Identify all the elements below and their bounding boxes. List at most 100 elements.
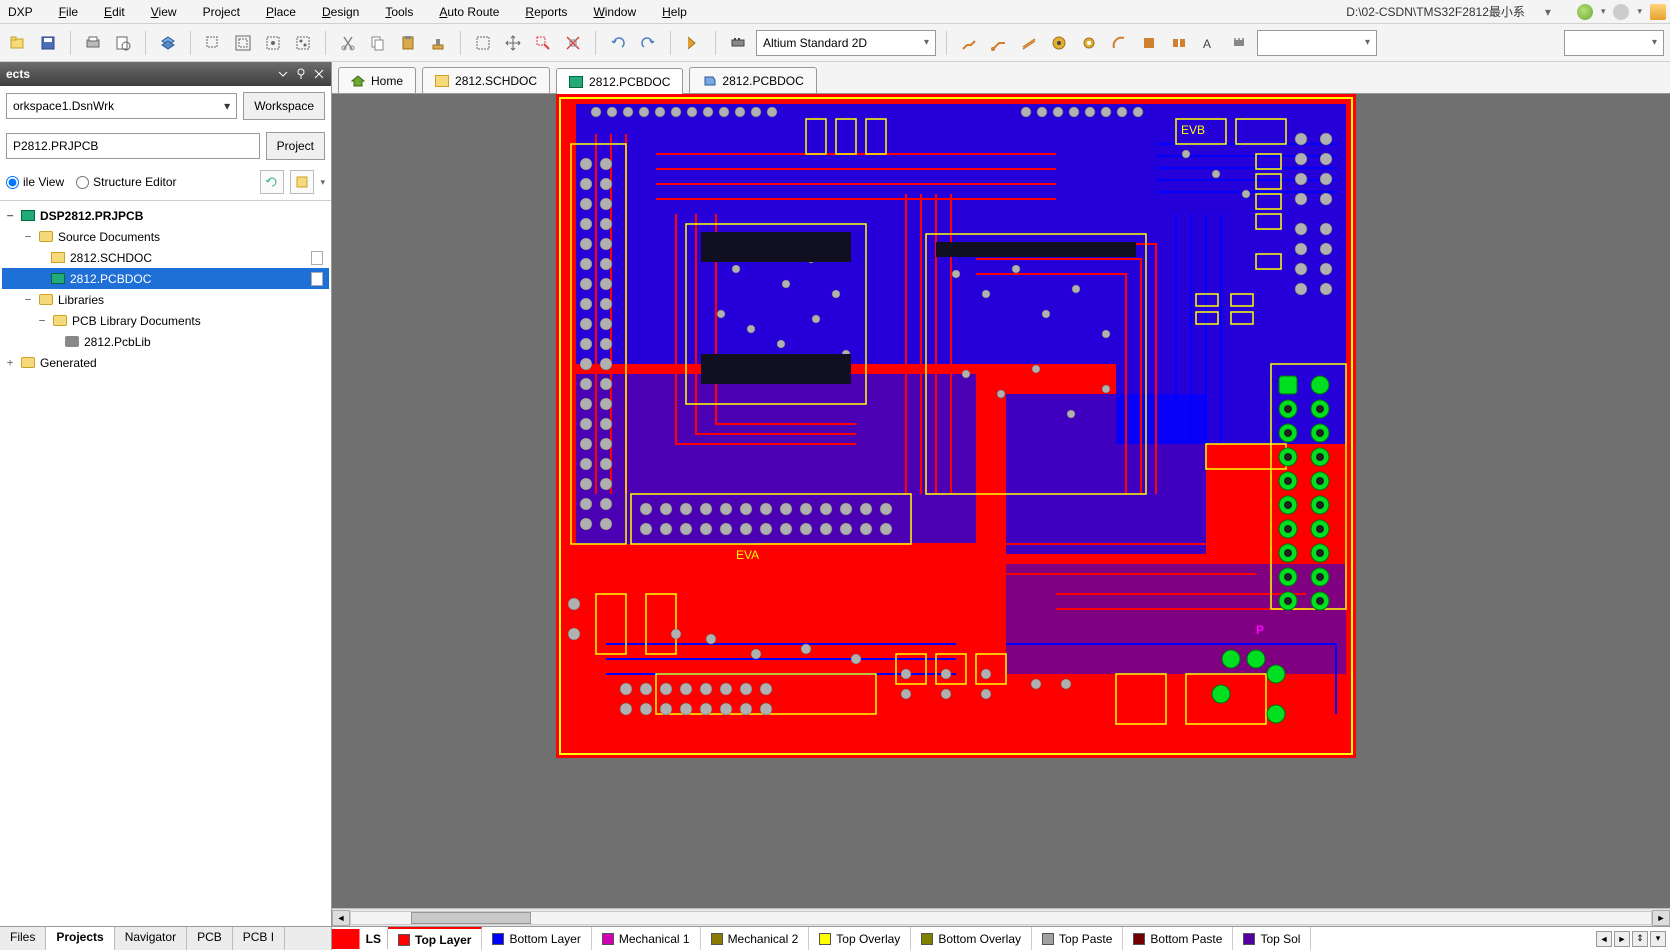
save-button[interactable] [36,31,60,55]
horizontal-scrollbar[interactable]: ◄ ► [332,908,1670,926]
menu-edit[interactable]: Edit [100,3,129,21]
layer-tab-bottom-overlay[interactable]: Bottom Overlay [911,927,1032,950]
snap-select[interactable] [1564,30,1664,56]
structure-editor-radio[interactable]: Structure Editor [76,175,176,189]
print-preview-button[interactable] [111,31,135,55]
menu-dxp[interactable]: DXP [4,3,37,21]
layer-tab-bottom-layer[interactable]: Bottom Layer [482,927,591,950]
doc-tab-home[interactable]: Home [338,67,416,93]
tree-pcblib[interactable]: 2812.PcbLib [2,331,329,352]
left-tab-navigator[interactable]: Navigator [115,927,187,950]
scroll-track[interactable] [350,911,1652,925]
menu-file[interactable]: File [55,3,82,21]
track-button[interactable] [957,31,981,55]
zoom-selected-button[interactable] [261,31,285,55]
layer-tabs-split-icon[interactable]: ⇕ [1632,931,1648,947]
menu-help[interactable]: Help [658,3,691,21]
tree-libraries[interactable]: − Libraries [2,289,329,310]
path-dropdown-icon[interactable]: ▾ [1545,5,1551,19]
string-button[interactable]: A [1197,31,1221,55]
select-inside-button[interactable] [471,31,495,55]
left-tab-files[interactable]: Files [0,927,46,950]
nav-home-icon[interactable] [1650,4,1666,20]
panel-pin-icon[interactable] [295,68,307,80]
nav-forward-icon[interactable] [1613,4,1629,20]
arc-edge-button[interactable] [1107,31,1131,55]
menu-place[interactable]: Place [262,3,300,21]
layer-tab-top-paste[interactable]: Top Paste [1032,927,1123,950]
open-button[interactable] [6,31,30,55]
layer-tab-bottom-paste[interactable]: Bottom Paste [1123,927,1233,950]
panel-dropdown-icon[interactable] [277,68,289,80]
scroll-right-icon[interactable]: ► [1652,910,1670,926]
run-script-button[interactable] [681,31,705,55]
menu-window[interactable]: Window [589,3,640,21]
clear-filter-button[interactable] [561,31,585,55]
menu-tools[interactable]: Tools [381,3,417,21]
menu-reports[interactable]: Reports [521,3,571,21]
tree-source-docs[interactable]: − Source Documents [2,226,329,247]
project-field[interactable] [6,133,260,159]
doc-tab-schdoc[interactable]: 2812.SCHDOC [422,67,550,93]
redo-button[interactable] [636,31,660,55]
via-button[interactable] [1077,31,1101,55]
print-button[interactable] [81,31,105,55]
file-view-radio[interactable]: ile View [6,175,64,189]
left-tab-pcb-inspector[interactable]: PCB I [233,927,285,950]
project-tree[interactable]: − DSP2812.PRJPCB − Source Documents 2812… [0,201,331,926]
zoom-fit-button[interactable] [231,31,255,55]
workspace-combo[interactable]: orkspace1.DsnWrk [6,93,237,119]
polygon-button[interactable] [1167,31,1191,55]
layer-set-button[interactable]: LS [332,929,388,949]
string-select[interactable] [1257,30,1377,56]
layer-tab-top-overlay[interactable]: Top Overlay [809,927,911,950]
panel-close-icon[interactable] [313,68,325,80]
move-button[interactable] [501,31,525,55]
tree-generated[interactable]: + Generated [2,352,329,373]
layer-tab-mechanical-2[interactable]: Mechanical 2 [701,927,810,950]
project-button[interactable]: Project [266,132,325,160]
nav-back-icon[interactable] [1577,4,1593,20]
pcb-canvas[interactable]: EVA EVB P [332,94,1670,908]
layer-tabs-next-icon[interactable]: ► [1614,931,1630,947]
layer-tab-top-layer[interactable]: Top Layer [388,927,482,950]
tree-pcbdoc[interactable]: 2812.PCBDOC [2,268,329,289]
menu-project[interactable]: Project [199,3,244,21]
fill-button[interactable] [1137,31,1161,55]
menu-view[interactable]: View [147,3,181,21]
nav-back-dropdown[interactable]: ▾ [1601,6,1606,17]
diff-pair-button[interactable] [1017,31,1041,55]
deselect-button[interactable] [531,31,555,55]
pad-button[interactable] [1047,31,1071,55]
settings-button[interactable] [290,170,314,194]
component-button[interactable] [1227,31,1251,55]
scroll-left-icon[interactable]: ◄ [332,910,350,926]
interactive-route-button[interactable] [987,31,1011,55]
layer-tab-top-sol[interactable]: Top Sol [1233,927,1311,950]
tree-schdoc[interactable]: 2812.SCHDOC [2,247,329,268]
nav-forward-dropdown[interactable]: ▾ [1637,6,1642,17]
rubber-stamp-button[interactable] [426,31,450,55]
zoom-filtered-button[interactable] [291,31,315,55]
doc-tab-pcbdoc3d[interactable]: 2812.PCBDOC [689,67,816,93]
copy-button[interactable] [366,31,390,55]
tree-pcb-lib-docs[interactable]: − PCB Library Documents [2,310,329,331]
layer-tab-mechanical-1[interactable]: Mechanical 1 [592,927,701,950]
scroll-thumb[interactable] [411,912,531,924]
layer-tabs-prev-icon[interactable]: ◄ [1596,931,1612,947]
doc-tab-pcbdoc[interactable]: 2812.PCBDOC [556,68,683,94]
workspace-button[interactable]: Workspace [243,92,325,120]
menu-design[interactable]: Design [318,3,363,21]
undo-button[interactable] [606,31,630,55]
tree-project-root[interactable]: − DSP2812.PRJPCB [2,205,329,226]
left-tab-projects[interactable]: Projects [46,927,114,950]
layers-button[interactable] [156,31,180,55]
layer-tabs-more-icon[interactable]: ▾ [1650,931,1666,947]
menu-autoroute[interactable]: Auto Route [435,3,503,21]
zoom-area-button[interactable] [201,31,225,55]
browse-components-button[interactable] [726,31,750,55]
view-mode-select[interactable]: Altium Standard 2D [756,30,936,56]
left-tab-pcb[interactable]: PCB [187,927,233,950]
settings-dropdown-icon[interactable]: ▾ [320,177,325,188]
paste-button[interactable] [396,31,420,55]
